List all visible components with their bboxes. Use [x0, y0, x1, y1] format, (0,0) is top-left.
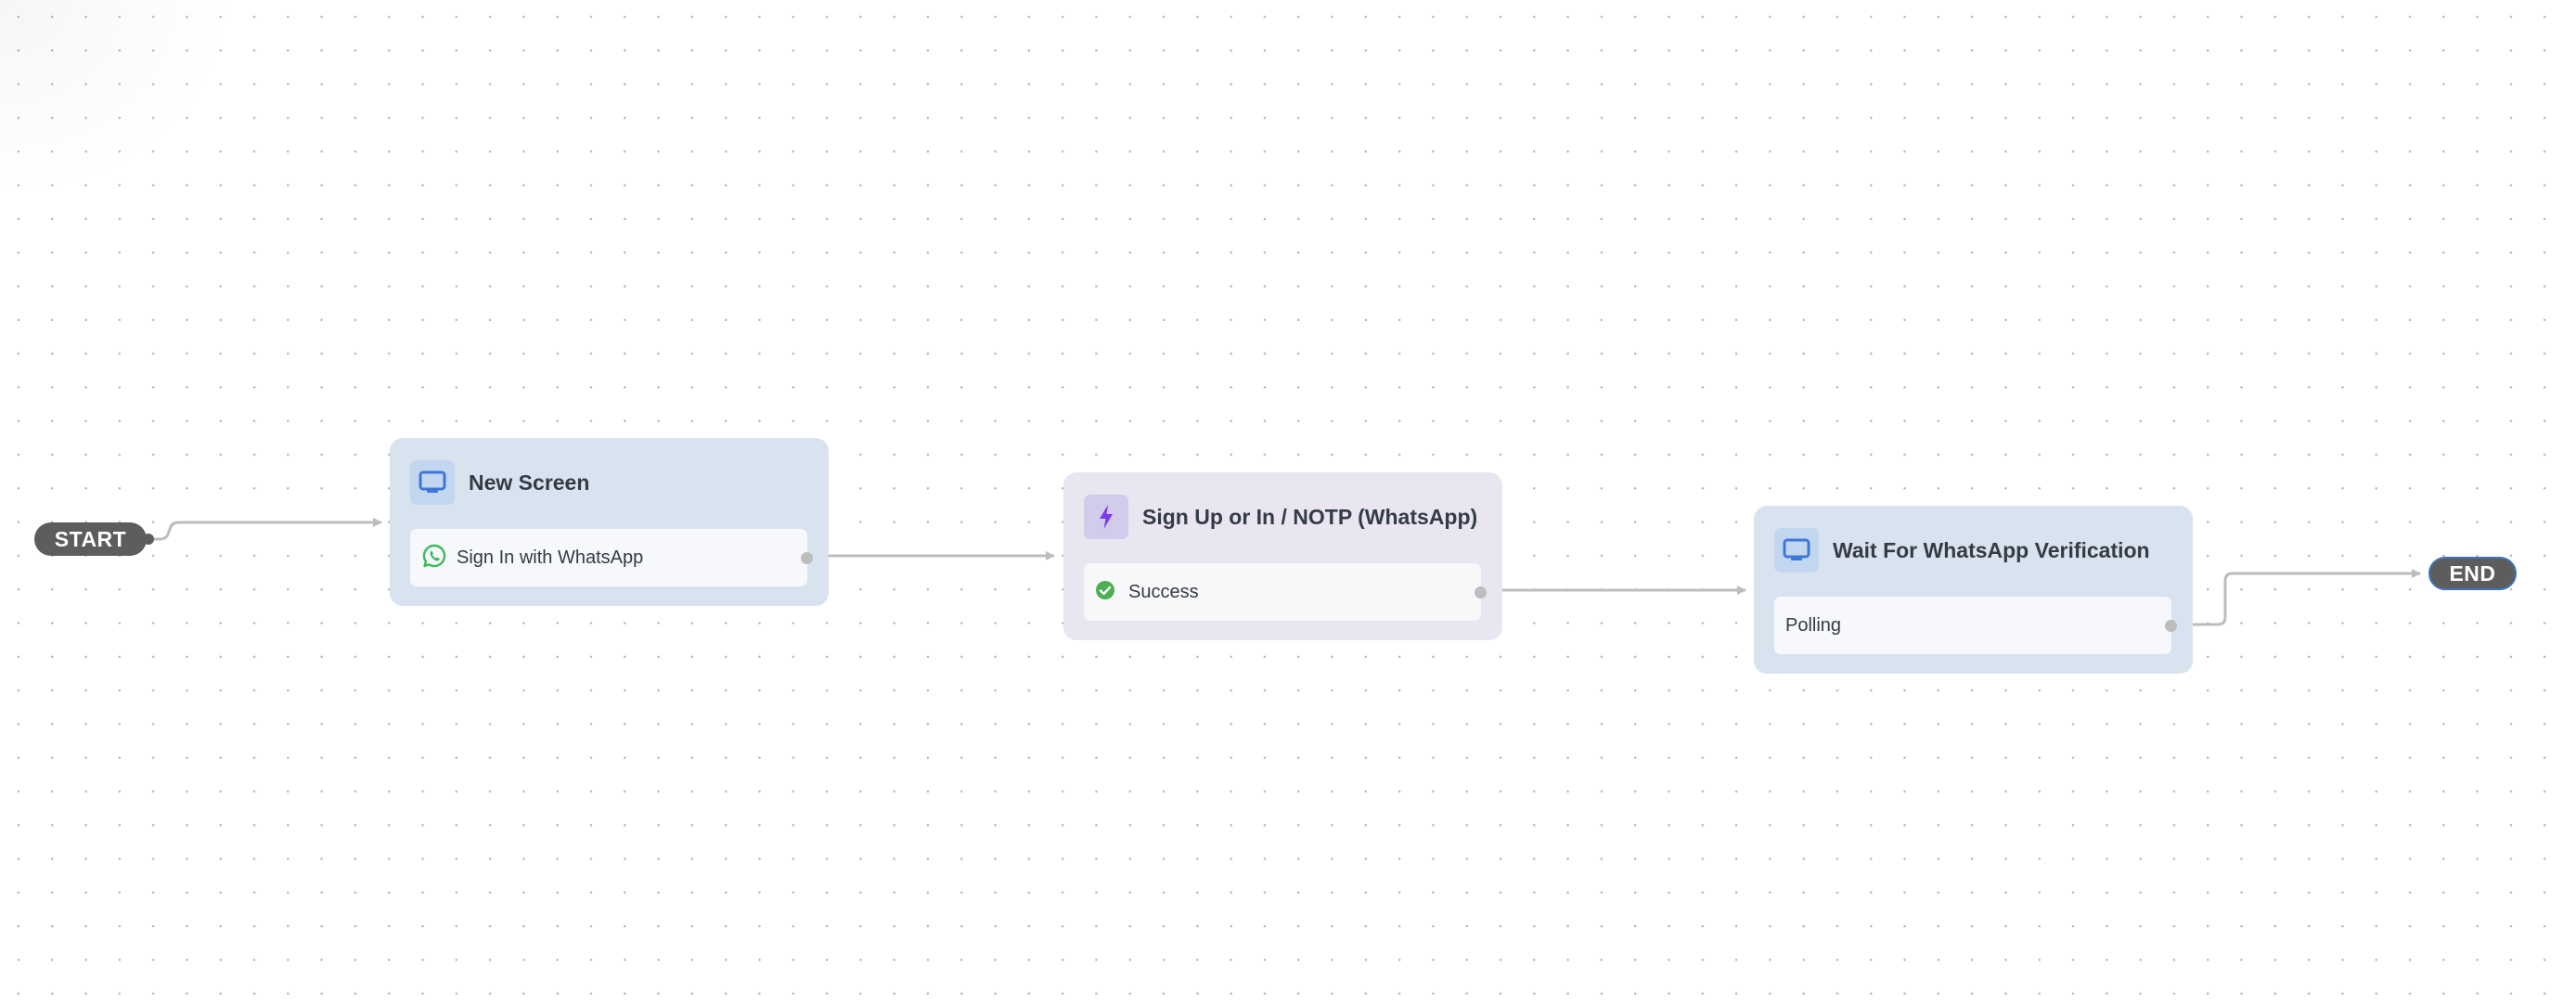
end-node[interactable]: END	[2428, 557, 2517, 590]
output-label: Polling	[1785, 614, 1842, 636]
node-header: Wait For WhatsApp Verification	[1774, 528, 2150, 573]
node-sign-up-or-in-notp[interactable]: Sign Up or In / NOTP (WhatsApp) Success	[1063, 472, 1502, 640]
end-label: END	[2449, 560, 2496, 586]
output-handle[interactable]	[801, 551, 813, 564]
node-new-screen[interactable]: New Screen Sign In with WhatsApp	[390, 438, 829, 606]
start-label: START	[54, 526, 127, 551]
output-polling[interactable]: Polling	[1774, 597, 2177, 654]
node-wait-for-whatsapp-verification[interactable]: Wait For WhatsApp Verification Polling	[1754, 506, 2193, 674]
node-title: Wait For WhatsApp Verification	[1833, 537, 2150, 562]
output-handle[interactable]	[2165, 619, 2177, 632]
check-circle-icon	[1095, 580, 1115, 605]
node-header: Sign Up or In / NOTP (WhatsApp)	[1084, 495, 1477, 539]
node-title: Sign Up or In / NOTP (WhatsApp)	[1142, 504, 1478, 529]
node-title: New Screen	[469, 470, 590, 495]
edge-polling-to-end[interactable]	[2173, 569, 2421, 626]
monitor-icon	[1774, 528, 1819, 573]
whatsapp-icon	[421, 543, 447, 573]
output-label: Sign In with WhatsApp	[457, 547, 644, 568]
output-sign-in-with-whatsapp[interactable]: Sign In with WhatsApp	[410, 529, 813, 586]
edge-start-to-new-screen[interactable]	[148, 518, 382, 541]
output-label: Success	[1128, 581, 1199, 602]
output-handle[interactable]	[1475, 586, 1487, 599]
output-success[interactable]: Success	[1084, 563, 1487, 621]
start-node[interactable]: START	[34, 522, 147, 556]
monitor-icon	[410, 460, 455, 505]
node-header: New Screen	[410, 460, 589, 505]
lightning-icon	[1084, 495, 1128, 539]
